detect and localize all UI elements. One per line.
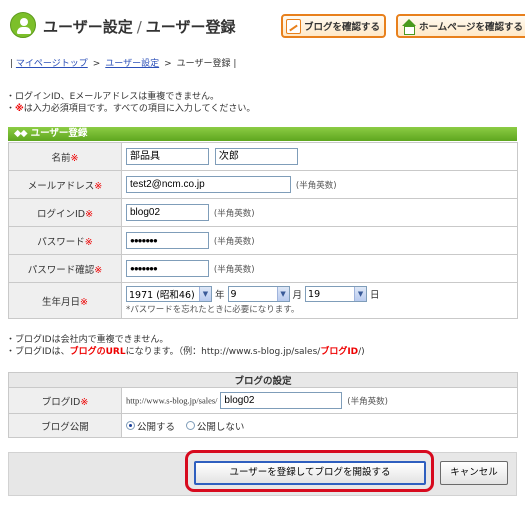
- note-required-text: は入力必須項目です。すべての項目に入力してください。: [23, 104, 256, 114]
- birthdate-hint: *パスワードを忘れたときに必要になります。: [126, 305, 300, 315]
- chevron-down-icon: ▼: [276, 287, 289, 301]
- home-icon: [401, 18, 416, 35]
- breadcrumb-close: |: [233, 59, 237, 69]
- title-sub: ユーザー登録: [145, 18, 236, 36]
- row-birthdate: 生年月日※ 1971 (昭和46) ▼ 年 9 ▼ 月 19 ▼ 日 *パスワードを忘れたときに…: [8, 282, 518, 319]
- chevron-down-icon: ▼: [199, 287, 211, 301]
- month-unit: 月: [292, 290, 303, 301]
- note-blog-url-emphasis: ブログのURL: [69, 347, 126, 357]
- note-required: ・※は入力必須項目です。すべての項目に入力してください。: [6, 103, 255, 115]
- password-label: パスワード※: [8, 226, 122, 255]
- breadcrumb-mypage-link[interactable]: マイページトップ: [16, 59, 88, 69]
- row-password-confirm: パスワード確認※ ●●●●●●● (半角英数): [8, 254, 518, 283]
- email-hint: (半角英数): [295, 180, 337, 191]
- check-homepage-label: ホームページを確認する: [419, 22, 524, 33]
- radio-private[interactable]: [185, 421, 195, 430]
- page-header: ユーザー設定 / ユーザー登録 ブログを確認する ホームページを確認する: [0, 0, 525, 48]
- day-unit: 日: [370, 290, 380, 301]
- row-blog-public: ブログ公開 公開する 公開しない: [8, 413, 519, 438]
- check-blog-button[interactable]: ブログを確認する: [281, 14, 387, 38]
- birth-month-select[interactable]: 9 ▼: [227, 286, 290, 302]
- user-icon: [10, 12, 36, 38]
- note-unique-login: ・ログインID、Eメールアドレスは重複できません。: [6, 92, 220, 102]
- row-blog-id: ブログID※ http://www.s-blog.jp/sales/ blog0…: [8, 387, 519, 414]
- page-title: ユーザー設定 / ユーザー登録: [43, 16, 235, 37]
- radio-public-label[interactable]: 公開する: [137, 422, 175, 433]
- title-separator: /: [136, 18, 142, 36]
- radio-public[interactable]: [126, 421, 135, 430]
- login-id-input[interactable]: blog02: [126, 204, 209, 221]
- required-mark: ※: [15, 104, 24, 114]
- note-blog-url: ・ブログIDは、ブログのURLになります。（例：http://www.s-blo…: [6, 346, 365, 358]
- birth-day-value: 19: [308, 288, 321, 300]
- birth-month-value: 9: [230, 288, 237, 300]
- cancel-button[interactable]: キャンセル: [440, 461, 508, 485]
- password-confirm-label: パスワード確認※: [8, 254, 122, 283]
- breadcrumb-open: |: [10, 59, 14, 69]
- note-text: ・ブログIDは、: [6, 347, 70, 357]
- registration-form: 名前※ 部品具 次郎 メールアドレス※ test2@ncm.co.jp (半角英…: [8, 142, 518, 319]
- breadcrumb-separator: >: [164, 59, 172, 69]
- breadcrumb-user-settings-link[interactable]: ユーザー設定: [105, 59, 159, 69]
- year-unit: 年: [215, 290, 225, 301]
- check-homepage-button[interactable]: ホームページを確認する: [396, 14, 525, 38]
- note-text: /): [358, 347, 365, 357]
- note-blog-unique: ・ブログIDは会社内で重複できません。: [6, 335, 169, 345]
- breadcrumb: | マイページトップ > ユーザー設定 > ユーザー登録 |: [10, 56, 236, 69]
- row-password: パスワード※ ●●●●●●● (半角英数): [8, 226, 518, 255]
- section-title: ユーザー登録: [30, 128, 88, 139]
- submit-highlight-outline: [185, 450, 434, 492]
- breadcrumb-separator: >: [92, 59, 101, 69]
- password-input[interactable]: ●●●●●●●: [126, 232, 209, 249]
- password-confirm-hint: (半角英数): [213, 264, 255, 275]
- birth-year-select[interactable]: 1971 (昭和46) ▼: [126, 286, 212, 302]
- chevron-down-icon: ▼: [354, 287, 367, 301]
- first-name-input[interactable]: 次郎: [214, 148, 298, 165]
- name-label: 名前※: [8, 142, 122, 171]
- bullet: ・: [6, 104, 16, 114]
- row-name: 名前※ 部品具 次郎: [8, 142, 518, 171]
- last-name-input[interactable]: 部品具: [126, 148, 209, 165]
- blog-settings-title: ブログの設定: [7, 372, 519, 388]
- email-label: メールアドレス※: [8, 170, 122, 199]
- password-hint: (半角英数): [213, 236, 255, 247]
- blog-settings-form: ブログの設定 ブログID※ http://www.s-blog.jp/sales…: [7, 372, 519, 438]
- blog-id-hint: (半角英数): [347, 396, 388, 407]
- row-email: メールアドレス※ test2@ncm.co.jp (半角英数): [8, 170, 518, 199]
- radio-private-label[interactable]: 公開しない: [197, 422, 245, 433]
- email-input[interactable]: test2@ncm.co.jp: [126, 176, 291, 193]
- blog-id-input[interactable]: blog02: [220, 392, 343, 409]
- check-blog-label: ブログを確認する: [304, 22, 381, 33]
- title-main: ユーザー設定: [43, 18, 133, 36]
- login-id-label: ログインID※: [8, 198, 122, 227]
- blog-icon: [286, 18, 301, 34]
- section-user-registration: ◆◆ ユーザー登録: [8, 127, 517, 141]
- blog-settings-header: ブログの設定: [7, 372, 519, 388]
- breadcrumb-current: ユーザー登録: [176, 59, 231, 69]
- blog-id-label: ブログID※: [8, 387, 122, 414]
- password-confirm-input[interactable]: ●●●●●●●: [126, 260, 209, 277]
- section-dots-icon: ◆◆: [14, 128, 28, 139]
- blog-url-prefix: http://www.s-blog.jp/sales/: [126, 395, 218, 406]
- notes-top: ・ログインID、Eメールアドレスは重複できません。 ・※は入力必須項目です。すべ…: [6, 91, 255, 115]
- login-id-hint: (半角英数): [213, 208, 255, 219]
- row-login-id: ログインID※ blog02 (半角英数): [8, 198, 518, 227]
- note-blog-id-emphasis: ブログID: [320, 347, 359, 357]
- birth-year-value: 1971 (昭和46): [129, 290, 195, 301]
- note-text: になります。（例：http://www.s-blog.jp/sales/: [125, 347, 321, 357]
- birth-day-select[interactable]: 19 ▼: [305, 286, 368, 302]
- blog-public-label: ブログ公開: [8, 413, 122, 438]
- notes-blog: ・ブログIDは会社内で重複できません。 ・ブログIDは、ブログのURLになります…: [6, 334, 365, 358]
- birthdate-label: 生年月日※: [8, 282, 122, 319]
